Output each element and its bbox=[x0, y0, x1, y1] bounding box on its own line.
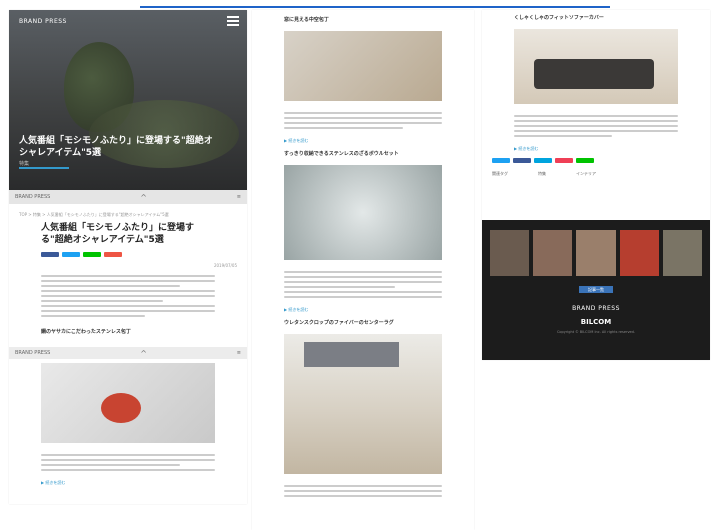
article-body bbox=[9, 268, 247, 324]
related-thumb[interactable] bbox=[619, 230, 659, 276]
section-heading: 鋼のヤサカにこだわったステンレス包丁 bbox=[41, 329, 131, 335]
tag-item[interactable]: 特集 bbox=[538, 171, 546, 177]
line-share-button[interactable] bbox=[576, 158, 594, 163]
hero: BRAND PRESS 人気番組「モシモノふたり」に登場する"超絶オシャレアイテ… bbox=[9, 10, 247, 190]
footer-company-logo[interactable]: BILCOM bbox=[482, 318, 710, 326]
pocket-share-button[interactable] bbox=[104, 252, 122, 257]
read-more-link[interactable]: ▶ 続きを読む bbox=[252, 305, 474, 315]
colander-image bbox=[284, 165, 442, 260]
chevron-up-icon[interactable]: ^ bbox=[140, 349, 147, 358]
nav-brand[interactable]: BRAND PRESS bbox=[15, 194, 50, 200]
nav-bar-sticky: BRAND PRESS ^ ≡ bbox=[9, 347, 247, 359]
nav-brand[interactable]: BRAND PRESS bbox=[15, 350, 50, 356]
footer-logo[interactable]: BRAND PRESS bbox=[482, 305, 710, 312]
tag-label: 関連タグ bbox=[492, 171, 508, 176]
share-buttons bbox=[482, 154, 710, 167]
twitter-share-button[interactable] bbox=[62, 252, 80, 257]
page-top-bar bbox=[0, 0, 714, 10]
section-heading: すっきり収納できるステンレスのざるボウルセット bbox=[284, 151, 399, 157]
menu-icon[interactable] bbox=[227, 16, 239, 26]
pocket-share-button[interactable] bbox=[555, 158, 573, 163]
section-body bbox=[482, 108, 710, 144]
nav-bar: BRAND PRESS ^ ≡ bbox=[9, 190, 247, 204]
related-thumb[interactable] bbox=[662, 230, 703, 276]
menu-icon[interactable]: ≡ bbox=[237, 194, 241, 200]
all-articles-button[interactable]: 記事一覧 bbox=[579, 286, 613, 293]
menu-icon[interactable]: ≡ bbox=[237, 350, 241, 356]
section-body bbox=[252, 264, 474, 305]
related-thumbs bbox=[482, 220, 710, 276]
chevron-up-icon[interactable]: ^ bbox=[140, 193, 147, 202]
article-title: 人気番組「モシモノふたり」に登場する"超絶オシャレアイテム"5選 bbox=[41, 223, 195, 245]
read-more-link[interactable]: ▶ 続きを読む bbox=[9, 478, 247, 488]
read-more-link[interactable]: ▶ 続きを読む bbox=[252, 136, 474, 146]
related-thumb[interactable] bbox=[533, 230, 573, 276]
knife-image bbox=[41, 363, 215, 443]
hero-title[interactable]: 人気番組「モシモノふたり」に登場する"超絶オシャレアイテム"5選 bbox=[19, 135, 219, 159]
section-heading: くしゃくしゃのフィットソファーカバー bbox=[514, 15, 604, 21]
bread-image bbox=[284, 31, 442, 101]
share-buttons bbox=[9, 246, 247, 263]
breadcrumb[interactable]: TOP > 特集 > 人気番組「モシモノふたり」に登場する"超絶オシャレアイテム… bbox=[9, 204, 247, 222]
read-more-link[interactable]: ▶ 続きを読む bbox=[482, 144, 710, 154]
rug-image bbox=[284, 334, 442, 474]
footer: 記事一覧 BRAND PRESS BILCOM Copyright © BILC… bbox=[482, 220, 710, 360]
hatena-share-button[interactable] bbox=[534, 158, 552, 163]
column-middle: 窓に見える中空包丁 ▶ 続きを読む すっきり収納できるステンレスのざるボウルセッ… bbox=[252, 10, 474, 530]
sofa-image bbox=[514, 29, 678, 104]
tag-item[interactable]: インテリア bbox=[576, 171, 596, 177]
hero-category: 特集 bbox=[19, 161, 30, 167]
copyright: Copyright © BILCOM Inc. All rights reser… bbox=[556, 330, 636, 334]
facebook-share-button[interactable] bbox=[41, 252, 59, 257]
section-heading: ウレタンスクロップのファイバーのセンターラグ bbox=[284, 320, 394, 326]
related-thumb[interactable] bbox=[490, 230, 530, 276]
section-body bbox=[9, 447, 247, 478]
hero-accent-bar bbox=[19, 167, 69, 169]
twitter-share-button[interactable] bbox=[492, 158, 510, 163]
line-share-button[interactable] bbox=[83, 252, 101, 257]
related-thumb[interactable] bbox=[576, 230, 616, 276]
facebook-share-button[interactable] bbox=[513, 158, 531, 163]
column-left: BRAND PRESS 人気番組「モシモノふたり」に登場する"超絶オシャレアイテ… bbox=[9, 10, 247, 504]
section-body bbox=[252, 105, 474, 136]
section-body bbox=[252, 478, 474, 504]
section-heading: 窓に見える中空包丁 bbox=[284, 17, 329, 23]
column-right: くしゃくしゃのフィットソファーカバー ▶ 続きを読む 関連タグ 特集 インテリア… bbox=[482, 10, 710, 360]
brand-logo[interactable]: BRAND PRESS bbox=[19, 18, 67, 25]
top-link-underline[interactable] bbox=[140, 0, 610, 8]
